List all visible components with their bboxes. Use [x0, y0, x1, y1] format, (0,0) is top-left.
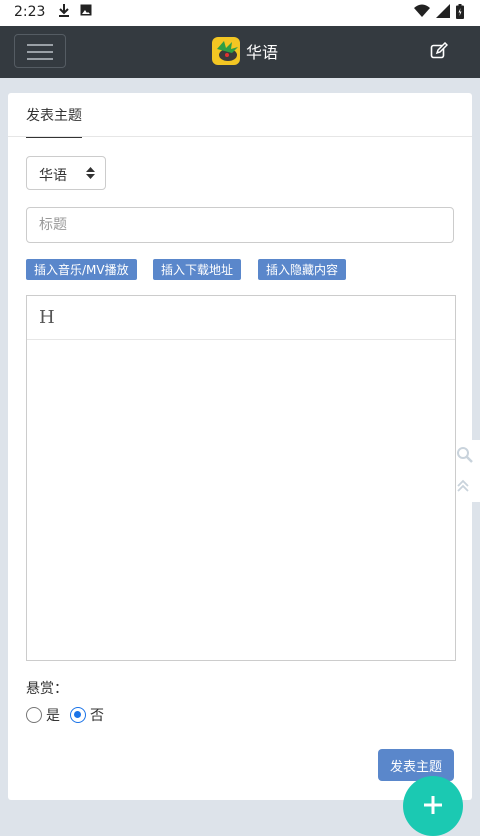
search-icon[interactable] — [456, 446, 474, 468]
reward-yes-radio[interactable] — [26, 707, 42, 723]
category-select[interactable]: 华语 — [26, 156, 106, 190]
insert-hidden-button[interactable]: 插入隐藏内容 — [258, 259, 347, 280]
rich-text-editor[interactable]: H — [26, 295, 456, 661]
reward-options: 是 否 — [26, 705, 104, 725]
insert-music-button[interactable]: 插入音乐/MV播放 — [26, 259, 137, 280]
battery-icon — [456, 4, 464, 23]
reward-no-label: 否 — [90, 708, 104, 724]
heading-button[interactable]: H — [39, 307, 55, 328]
post-form-card: 发表主题 华语 插入音乐/MV播放 插入下载地址 插入隐藏内容 H 悬赏： 是 … — [8, 93, 472, 800]
category-select-value: 华语 — [39, 168, 67, 184]
edit-icon[interactable] — [430, 41, 452, 64]
reward-no-radio[interactable] — [70, 707, 86, 723]
editor-toolbar: H — [27, 296, 455, 340]
reward-label: 悬赏： — [26, 681, 68, 697]
tab-new-topic[interactable]: 发表主题 — [26, 105, 82, 138]
submit-button[interactable]: 发表主题 — [378, 749, 454, 781]
status-bar: 2:23 — [0, 0, 480, 26]
image-notification-icon — [80, 4, 92, 20]
reward-yes-label: 是 — [46, 708, 60, 724]
double-chevron-up-icon[interactable] — [456, 478, 470, 497]
brand[interactable]: 华语 — [212, 37, 278, 65]
plus-fab-button[interactable] — [403, 776, 463, 836]
signal-icon — [436, 4, 450, 22]
top-navbar: 华语 — [0, 26, 480, 78]
app-logo-icon — [212, 37, 240, 65]
wifi-icon — [414, 4, 430, 22]
select-caret-icon — [86, 167, 95, 183]
insert-download-button[interactable]: 插入下载地址 — [153, 259, 242, 280]
tab-divider — [8, 136, 472, 137]
floating-tools — [456, 440, 480, 502]
download-icon — [58, 4, 70, 22]
title-input[interactable] — [26, 207, 454, 243]
status-time: 2:23 — [14, 4, 46, 20]
plus-icon — [422, 789, 444, 824]
hamburger-icon[interactable] — [14, 34, 66, 68]
brand-title: 华语 — [246, 43, 279, 62]
